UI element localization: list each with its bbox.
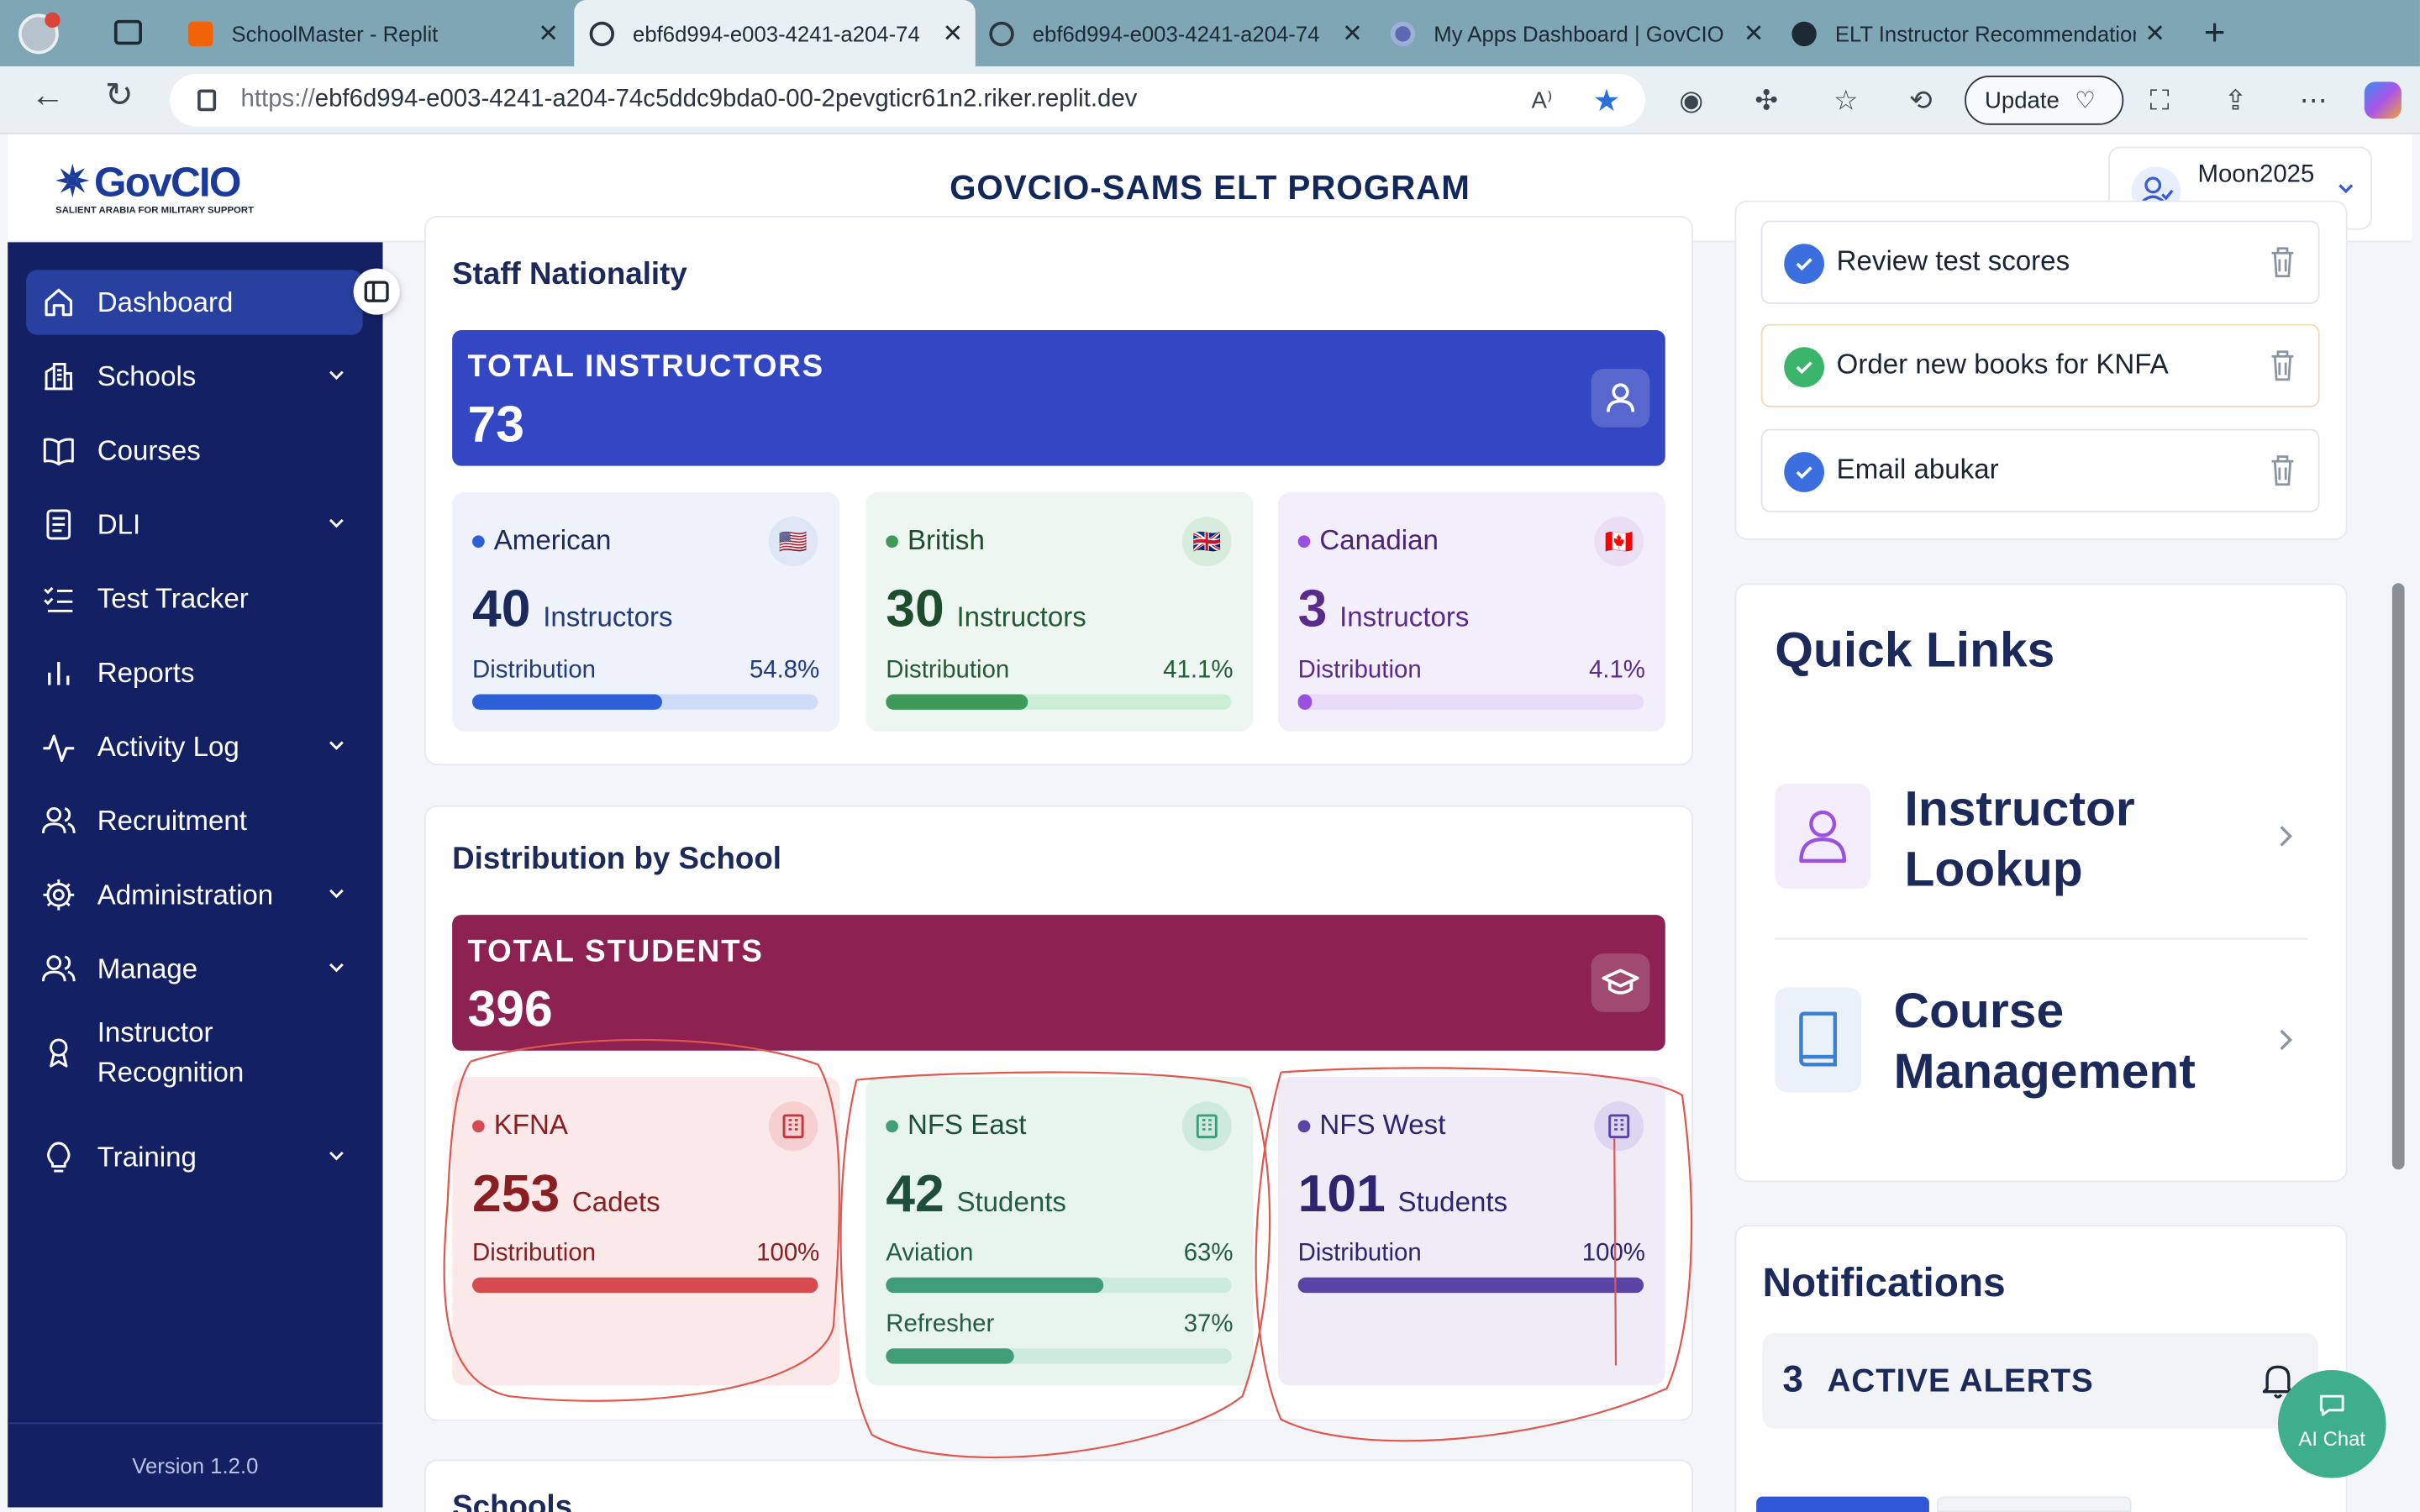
task-item[interactable]: Email abukar	[1760, 428, 2320, 512]
ai-chat-label: AI Chat	[2298, 1426, 2366, 1451]
chevron-right-icon	[2275, 824, 2296, 848]
task-item[interactable]: Order new books for KNFA	[1760, 323, 2320, 407]
user-icon	[1775, 784, 1871, 889]
ai-chat-button[interactable]: AI Chat	[2277, 1369, 2386, 1478]
quick-link-instructor-lookup[interactable]: Instructor Lookup	[1775, 771, 2307, 910]
book-icon	[1775, 987, 1862, 1093]
chat-bubble-icon	[2317, 1390, 2348, 1421]
check-circle-icon[interactable]	[1784, 347, 1824, 388]
trash-icon[interactable]	[2269, 245, 2296, 279]
task-label: Email abukar	[1836, 453, 1999, 485]
course-management-line1: Course	[1893, 982, 2065, 1039]
alert-count: 3	[1782, 1359, 1803, 1401]
alert-label: ACTIVE ALERTS	[1827, 1363, 2094, 1399]
page-scrollbar[interactable]	[2391, 583, 2405, 1170]
quick-links-title: Quick Links	[1775, 622, 2055, 678]
task-label: Review test scores	[1836, 245, 2070, 276]
notifications-title: Notifications	[1762, 1258, 2006, 1305]
instructor-lookup-line1: Instructor	[1904, 780, 2135, 837]
trash-icon[interactable]	[2269, 454, 2296, 487]
chevron-right-icon	[2275, 1027, 2296, 1052]
check-circle-icon[interactable]	[1784, 244, 1824, 284]
schools-section-title: Schools	[452, 1490, 573, 1512]
course-management-line2: Management	[1893, 1042, 2196, 1099]
trash-icon[interactable]	[2269, 349, 2296, 382]
quick-links-divider	[1775, 937, 2307, 940]
check-circle-icon[interactable]	[1784, 452, 1824, 492]
schools-card	[424, 1459, 1693, 1512]
active-alerts-box[interactable]: 3 ACTIVE ALERTS	[1762, 1332, 2318, 1429]
notifications-tab-active[interactable]	[1756, 1496, 1929, 1512]
task-item[interactable]: Review test scores	[1760, 220, 2320, 304]
notifications-tab[interactable]	[1937, 1496, 2132, 1512]
quick-link-course-management[interactable]: Course Management	[1775, 972, 2307, 1126]
task-label: Order new books for KNFA	[1836, 349, 2169, 380]
instructor-lookup-line2: Lookup	[1904, 841, 2083, 897]
